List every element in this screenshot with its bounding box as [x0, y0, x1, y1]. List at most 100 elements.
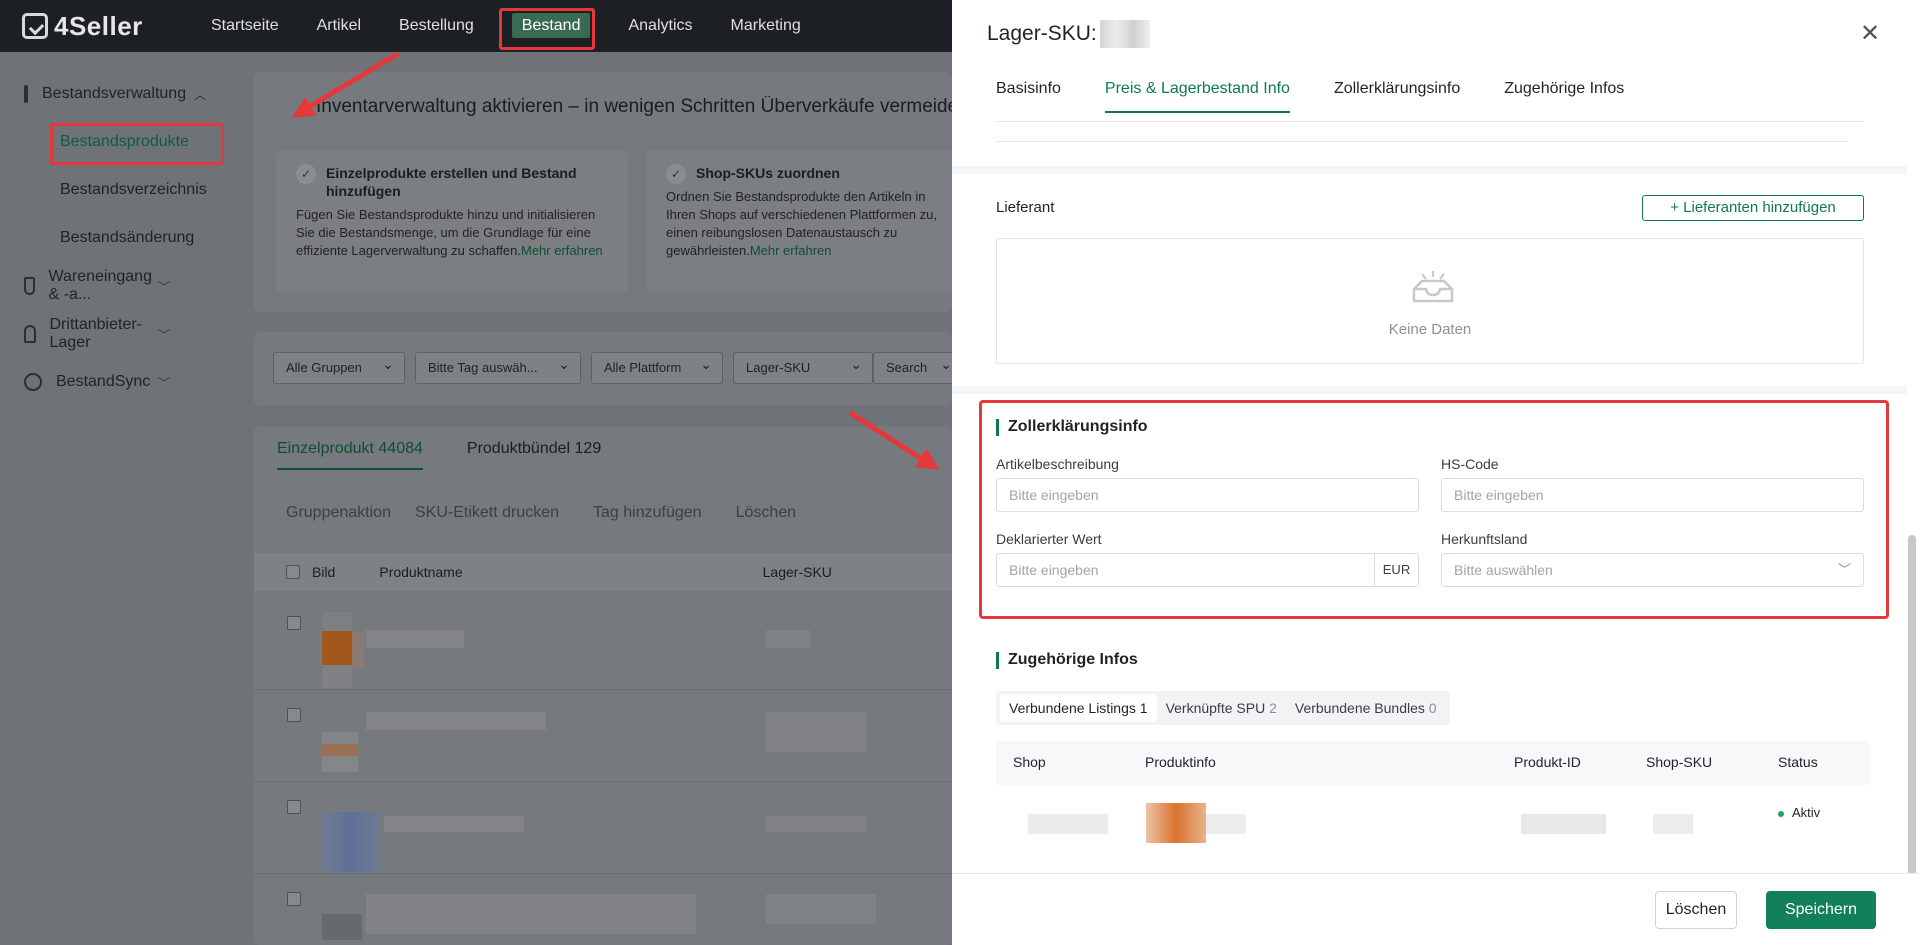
col-produktinfo: Produktinfo [1145, 754, 1216, 770]
chevron-down-icon: ﹀ [157, 279, 170, 294]
nav-artikel[interactable]: Artikel [298, 0, 380, 52]
select-all-checkbox[interactable] [286, 565, 300, 579]
sidebar-group-bestandsync[interactable]: BestandSync ﹀ [0, 358, 250, 406]
blurred-product-id [1521, 814, 1606, 834]
col-lager-sku: Lager-SKU [762, 564, 832, 580]
origin-placeholder: Bitte auswählen [1454, 562, 1553, 578]
tag-filter-select[interactable]: Bitte Tag auswäh... [415, 349, 581, 384]
table-row[interactable] [254, 690, 952, 782]
sidebar-group-drittanbieter[interactable]: Drittanbieter-Lager ﹀ [0, 310, 250, 358]
logo-text: 4Seller [54, 10, 143, 41]
nav-bestellung[interactable]: Bestellung [380, 0, 493, 52]
row-checkbox[interactable] [287, 708, 301, 722]
sidebar-item-bestandsverzeichnis[interactable]: Bestandsverzeichnis [0, 166, 250, 214]
drawer-footer: Löschen Speichern [952, 873, 1920, 945]
blurred-text [766, 816, 866, 832]
blurred-text [766, 712, 866, 752]
row-checkbox[interactable] [287, 616, 301, 630]
chevron-down-icon: ﹀ [157, 327, 170, 342]
chevron-down-icon: ﹀ [157, 375, 170, 390]
more-link[interactable]: Mehr erfahren [521, 243, 603, 258]
logo[interactable]: 4Seller [22, 11, 192, 42]
product-tabs: Einzelprodukt 44084 Produktbündel 129 [277, 440, 601, 470]
subtab-verknuepfte-spu[interactable]: Verknüpfte SPU 2 [1157, 694, 1286, 722]
field-label-description: Artikelbeschreibung [996, 456, 1119, 472]
table-row[interactable] [254, 782, 952, 874]
tab-preis-lagerbestand[interactable]: Preis & Lagerbestand Info [1104, 80, 1290, 113]
nav-startseite[interactable]: Startseite [192, 0, 298, 52]
drawer-header: Lager-SKU: ✕ [952, 0, 1920, 72]
platform-filter-select[interactable]: Alle Plattform [591, 349, 723, 384]
col-shop-sku: Shop-SKU [1646, 754, 1713, 770]
delete-button[interactable]: Löschen [736, 504, 797, 522]
filter-bar: Alle Gruppen Bitte Tag auswäh... Alle Pl… [273, 349, 963, 384]
search-input[interactable]: Search [873, 349, 963, 384]
table-row[interactable] [254, 874, 952, 945]
nav-bestand[interactable]: Bestand [493, 0, 610, 52]
save-button[interactable]: Speichern [1766, 891, 1876, 929]
close-icon[interactable]: ✕ [1858, 22, 1882, 46]
field-label-origin: Herkunftsland [1441, 531, 1528, 547]
declared-value-input[interactable]: Bitte eingeben [996, 553, 1376, 587]
blurred-text [366, 712, 546, 730]
hs-code-input[interactable]: Bitte eingeben [1441, 478, 1864, 512]
group-action-button[interactable]: Gruppenaktion [286, 504, 391, 522]
step-card-2[interactable]: Shop-SKUs zuordnen Ordnen Sie Bestandspr… [646, 150, 952, 292]
supplier-label: Lieferant [996, 199, 1055, 216]
blurred-shop-sku [1653, 814, 1693, 834]
banner-title: Inventarverwaltung aktivieren – in wenig… [316, 96, 952, 117]
delete-button[interactable]: Löschen [1655, 891, 1737, 929]
step-card-1[interactable]: Einzelprodukte erstellen und Bestand hin… [276, 150, 628, 292]
more-link[interactable]: Mehr erfahren [750, 243, 832, 258]
sidebar-item-bestandsprodukte[interactable]: Bestandsprodukte [0, 118, 250, 166]
blurred-shop [1028, 814, 1108, 834]
subtab-verbundene-listings[interactable]: Verbundene Listings 1 [1000, 694, 1157, 722]
article-description-input[interactable]: Bitte eingeben [996, 478, 1419, 512]
box-icon [24, 85, 28, 103]
col-produktname: Produktname [379, 564, 463, 580]
tab-zugehoerige-infos[interactable]: Zugehörige Infos [1504, 80, 1624, 98]
row-checkbox[interactable] [287, 800, 301, 814]
search-field-select[interactable]: Lager-SKU [733, 349, 873, 384]
logo-icon [22, 13, 48, 39]
print-sku-label-button[interactable]: SKU-Etikett drucken [415, 504, 559, 522]
add-supplier-button[interactable]: + Lieferanten hinzufügen [1642, 195, 1864, 221]
group-filter-select[interactable]: Alle Gruppen [273, 349, 405, 384]
nav-marketing[interactable]: Marketing [712, 0, 820, 52]
sidebar-group-bestandsverwaltung[interactable]: Bestandsverwaltung ︿ [0, 70, 250, 118]
warehouse-icon [24, 325, 36, 343]
empty-inbox-icon [1412, 271, 1454, 303]
col-bild: Bild [312, 564, 336, 580]
product-thumbnail [322, 732, 358, 772]
chevron-up-icon: ︿ [194, 87, 207, 102]
nav-analytics[interactable]: Analytics [609, 0, 711, 52]
drawer-scrollbar[interactable] [1908, 535, 1916, 875]
related-subtabs: Verbundene Listings 1 Verknüpfte SPU 2 V… [996, 691, 1450, 725]
drawer-title: Lager-SKU: [987, 22, 1097, 45]
row-checkbox[interactable] [287, 892, 301, 906]
col-produkt-id: Produkt-ID [1514, 754, 1581, 770]
add-tag-button[interactable]: Tag hinzufügen [593, 504, 702, 522]
product-thumbnail [322, 612, 352, 688]
listings-table-header: Shop Produktinfo Produkt-ID Shop-SKU Sta… [996, 741, 1870, 785]
tab-produktbuendel[interactable]: Produktbündel 129 [467, 440, 601, 458]
blurred-text [384, 816, 524, 832]
sidebar-group-wareneingang[interactable]: Wareneingang & -a... ﹀ [0, 262, 250, 310]
supplier-empty-state: Keine Daten [996, 238, 1864, 364]
sidebar-item-bestandsaenderung[interactable]: Bestandsänderung [0, 214, 250, 262]
tab-einzelprodukt[interactable]: Einzelprodukt 44084 [277, 440, 423, 470]
divider [996, 121, 1864, 122]
product-table-header: Bild Produktname Lager-SKU [254, 553, 952, 591]
tab-zollerklaerung[interactable]: Zollerklärungsinfo [1334, 80, 1460, 98]
origin-country-select[interactable]: Bitte auswählen ﹀ [1441, 553, 1864, 587]
customs-section-title: Zollerklärungsinfo [996, 418, 1148, 436]
table-row[interactable] [254, 598, 952, 690]
empty-text: Keine Daten [1388, 321, 1472, 338]
tab-basisinfo[interactable]: Basisinfo [996, 80, 1061, 98]
table-row[interactable]: Aktiv [996, 795, 1870, 855]
col-shop: Shop [1013, 754, 1046, 770]
subtab-verbundene-bundles[interactable]: Verbundene Bundles 0 [1286, 694, 1446, 722]
status-badge: Aktiv [1778, 805, 1820, 820]
bulk-actions: Gruppenaktion SKU-Etikett drucken Tag hi… [286, 504, 796, 522]
divider [996, 141, 1848, 142]
